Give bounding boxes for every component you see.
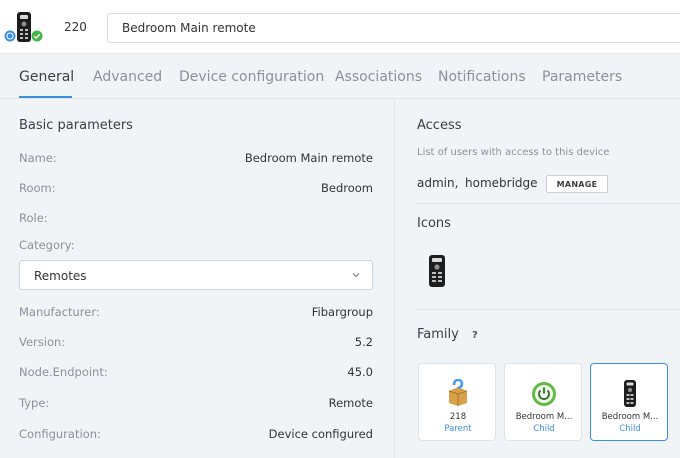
type-label: Type: <box>19 396 50 410</box>
access-title: Access <box>417 118 462 133</box>
power-icon <box>532 382 556 406</box>
tab-bar: General Advanced Device configuration As… <box>0 54 680 99</box>
manage-access-button[interactable]: MANAGE <box>546 175 608 193</box>
room-value: Bedroom <box>320 181 373 195</box>
manufacturer-label: Manufacturer: <box>19 305 100 319</box>
family-card-child-remote[interactable]: Bedroom M... Child <box>590 363 668 441</box>
icons-title: Icons <box>417 216 451 231</box>
family-card-name: Bedroom M... <box>515 412 573 422</box>
remote-control-icon <box>624 380 636 407</box>
help-icon[interactable]: ? <box>472 330 478 341</box>
access-divider <box>417 203 680 204</box>
icons-divider <box>417 309 680 310</box>
name-label: Name: <box>19 151 57 165</box>
chevron-down-icon <box>352 273 360 278</box>
info-badge-icon <box>4 30 16 42</box>
tab-advanced[interactable]: Advanced <box>93 69 162 85</box>
family-card-role: Parent <box>444 424 472 434</box>
package-icon <box>448 379 468 406</box>
access-user-homebridge: homebridge <box>465 176 538 190</box>
family-title: Family <box>417 327 459 342</box>
configuration-value: Device configured <box>268 427 373 441</box>
family-card-child-power[interactable]: Bedroom M... Child <box>504 363 582 441</box>
endpoint-label: Node.Endpoint: <box>19 365 108 379</box>
check-badge-icon <box>31 30 43 42</box>
device-id: 220 <box>64 20 87 34</box>
tab-associations[interactable]: Associations <box>335 69 422 85</box>
category-select-value: Remotes <box>34 269 87 283</box>
tab-device-configuration[interactable]: Device configuration <box>179 69 324 85</box>
room-label: Room: <box>19 181 56 195</box>
role-label: Role: <box>19 211 48 225</box>
category-label: Category: <box>19 238 75 252</box>
remote-control-icon[interactable] <box>428 254 446 288</box>
device-header: 220 <box>0 0 680 54</box>
family-card-name: 218 <box>449 412 467 422</box>
active-tab-indicator <box>19 96 72 98</box>
access-subtitle: List of users with access to this device <box>417 147 610 158</box>
tab-general[interactable]: General <box>19 69 74 85</box>
family-card-parent[interactable]: 218 Parent <box>418 363 496 441</box>
manufacturer-value: Fibargroup <box>311 305 373 319</box>
column-divider <box>394 100 395 458</box>
configuration-label: Configuration: <box>19 427 101 441</box>
family-card-role: Child <box>619 424 641 434</box>
basic-parameters-title: Basic parameters <box>19 118 133 133</box>
type-value: Remote <box>328 396 373 410</box>
endpoint-value: 45.0 <box>347 365 373 379</box>
tab-notifications[interactable]: Notifications <box>438 69 526 85</box>
device-name-input[interactable] <box>107 13 680 43</box>
name-value: Bedroom Main remote <box>244 151 373 165</box>
version-value: 5.2 <box>354 335 373 349</box>
category-select[interactable]: Remotes <box>19 260 373 290</box>
family-card-role: Child <box>533 424 555 434</box>
version-label: Version: <box>19 335 66 349</box>
tab-parameters[interactable]: Parameters <box>542 69 622 85</box>
access-user-admin: admin, <box>417 176 459 190</box>
family-card-name: Bedroom M... <box>601 412 659 422</box>
